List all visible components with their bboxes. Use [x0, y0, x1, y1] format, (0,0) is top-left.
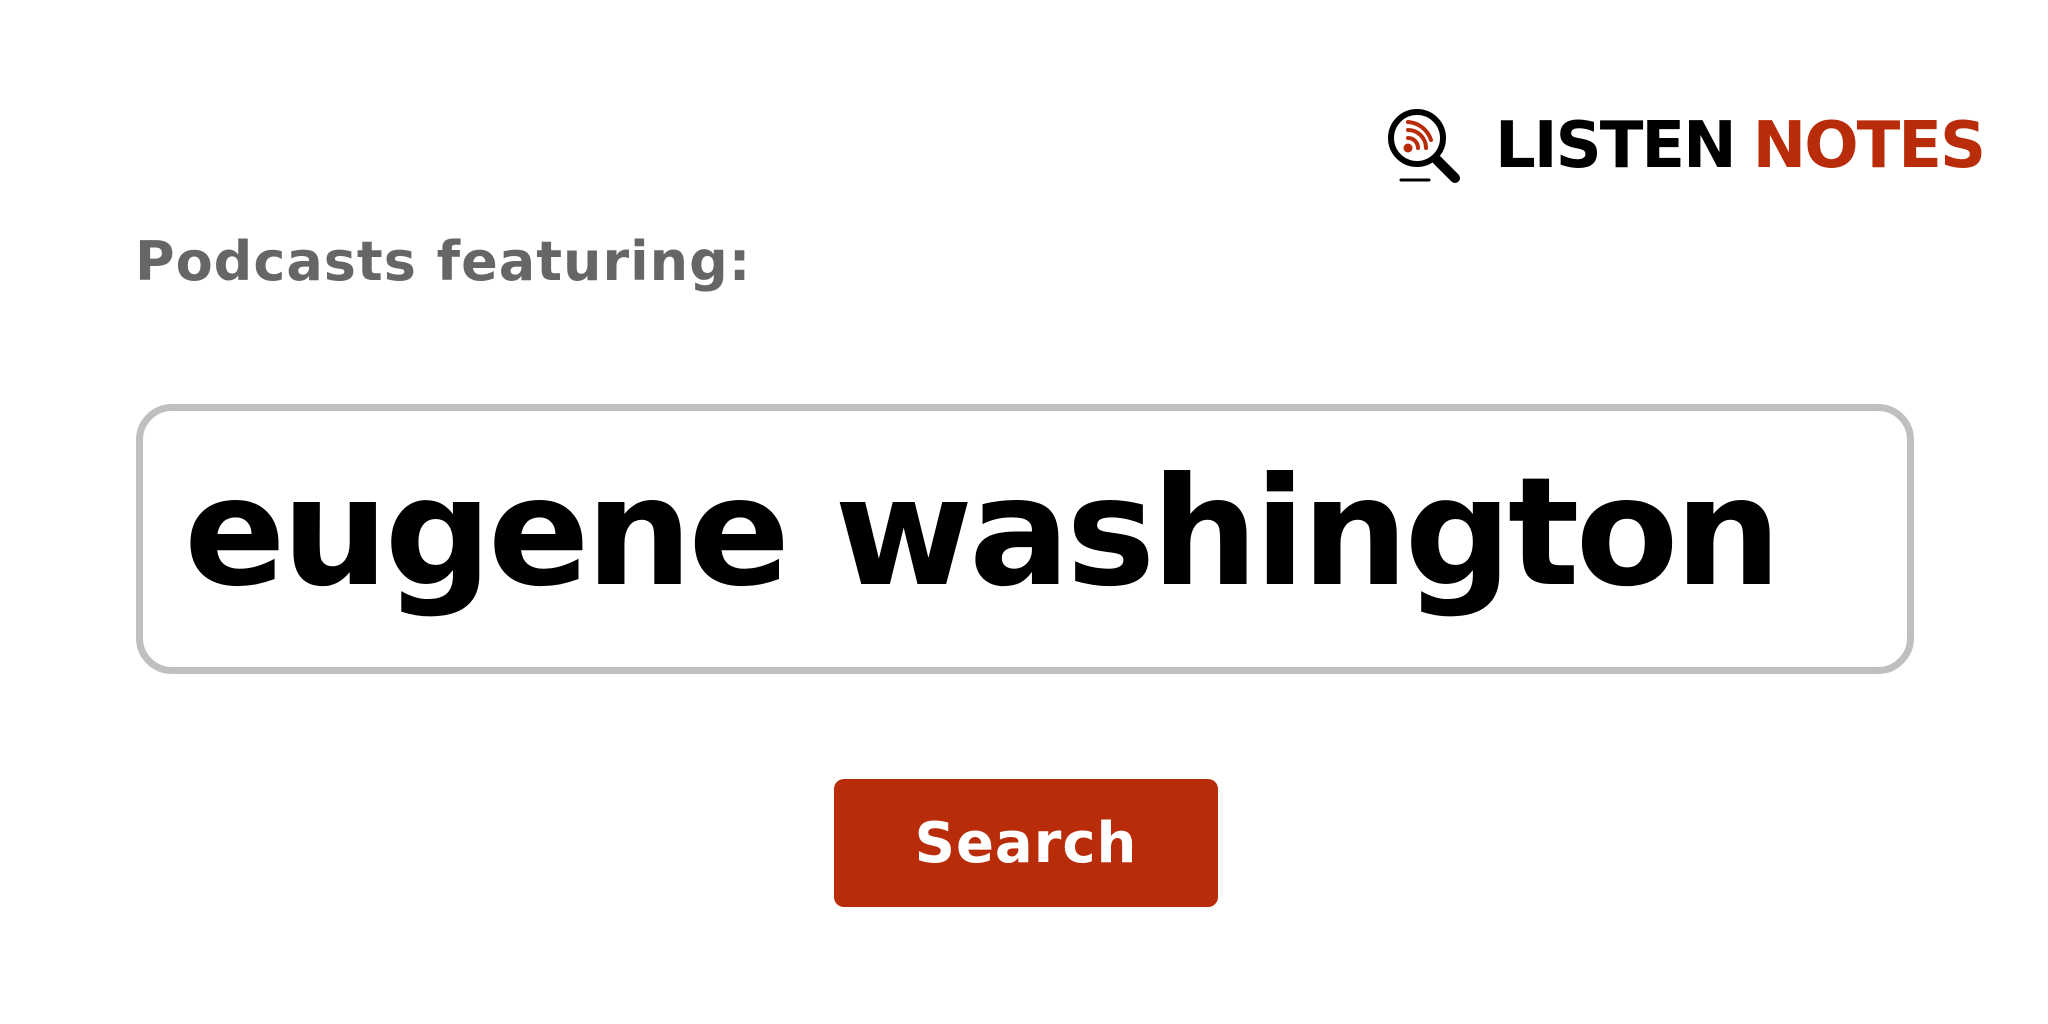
- logo-wordmark: LISTEN NOTES: [1495, 114, 1986, 178]
- search-input-value[interactable]: eugene washington: [184, 458, 1781, 608]
- listen-notes-logo: LISTEN NOTES: [1385, 106, 1986, 186]
- search-button[interactable]: Search: [834, 779, 1218, 907]
- logo-word-notes: NOTES: [1752, 109, 1986, 183]
- logo-word-listen: LISTEN: [1495, 109, 1737, 183]
- search-input[interactable]: eugene washington: [136, 404, 1914, 674]
- page-subtitle: Podcasts featuring:: [135, 230, 752, 293]
- magnifier-rss-icon: [1388, 109, 1460, 183]
